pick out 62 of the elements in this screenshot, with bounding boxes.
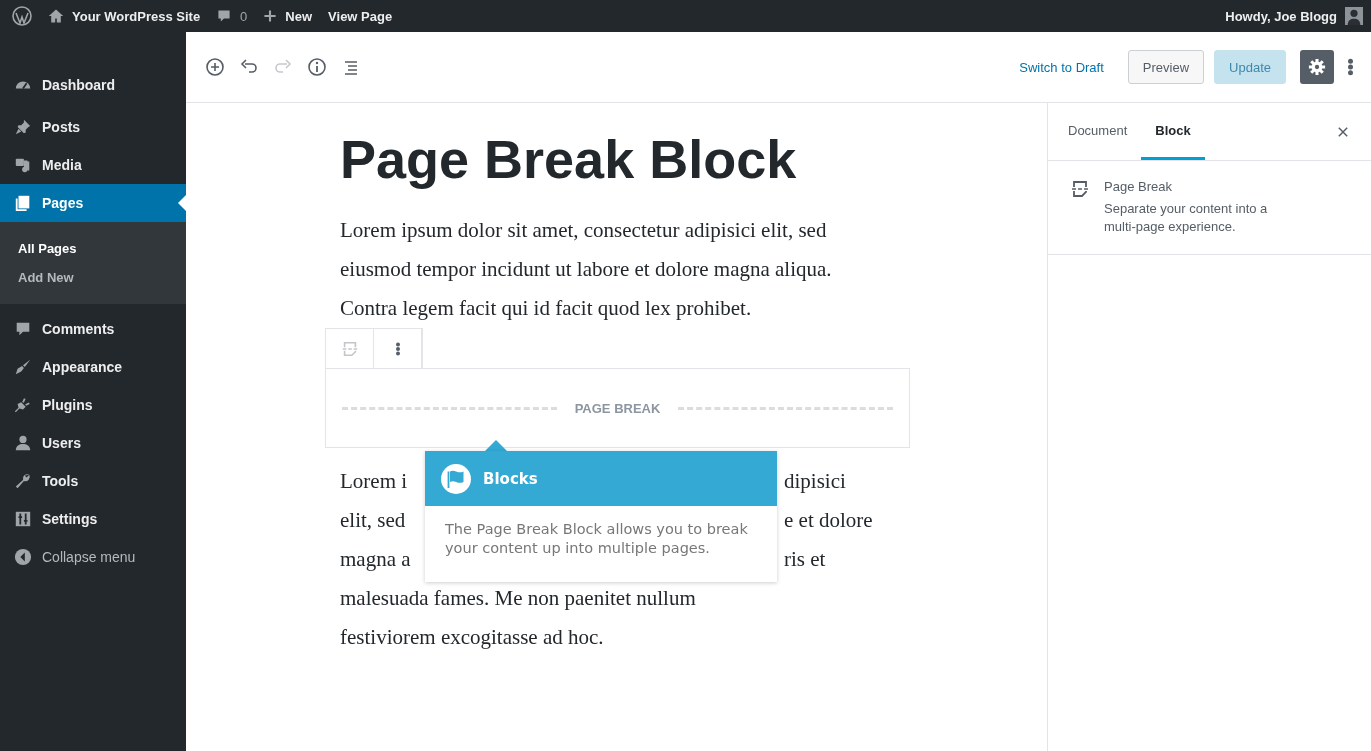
vertical-ellipsis-icon bbox=[395, 340, 400, 357]
menu-item[interactable]: Appearance bbox=[0, 348, 186, 386]
paragraph-fragment: e et dolore bbox=[784, 507, 873, 534]
page-break-icon bbox=[340, 339, 359, 358]
view-page-link[interactable]: View Page bbox=[328, 8, 393, 24]
plus-icon bbox=[263, 9, 278, 23]
menu-item[interactable]: Tools bbox=[0, 462, 186, 500]
pages-icon bbox=[14, 194, 32, 212]
tooltip-text: The Page Break Block allows you to break your content up into multiple pages. bbox=[444, 520, 749, 558]
plug-icon bbox=[14, 396, 32, 414]
tooltip-title: Blocks bbox=[483, 469, 538, 488]
site-link[interactable]: Your WordPress Site bbox=[48, 8, 201, 24]
paragraph-fragment: elit, sed bbox=[340, 507, 407, 534]
menu-item[interactable]: Comments bbox=[0, 310, 186, 348]
camera-music-icon bbox=[14, 156, 32, 174]
submenu-item[interactable]: All Pages bbox=[0, 234, 186, 263]
paragraph-fragment: Lorem i bbox=[340, 468, 409, 495]
paragraph-line: festiviorem excogitasse ad hoc. bbox=[340, 624, 605, 651]
page-break-icon bbox=[1070, 179, 1090, 199]
page-break-label: PAGE BREAK bbox=[574, 400, 661, 416]
paragraph-line: malesuada fames. Me non paenitet nullum bbox=[340, 585, 697, 612]
menu-item[interactable]: Posts bbox=[0, 108, 186, 146]
flag-icon bbox=[441, 463, 471, 494]
new-link[interactable]: New bbox=[263, 8, 313, 24]
home-icon bbox=[48, 8, 64, 24]
settings-button[interactable] bbox=[1300, 50, 1334, 84]
menu-item[interactable]: Media bbox=[0, 146, 186, 184]
sidebar-tab[interactable]: Block bbox=[1141, 103, 1205, 160]
block-description: Separate your content into a multi-page experience. bbox=[1104, 200, 1269, 236]
speech-bubble-icon bbox=[14, 320, 32, 338]
comments-link[interactable]: 0 bbox=[216, 8, 248, 24]
paintbrush-icon bbox=[14, 358, 32, 376]
menu-item[interactable]: Settings bbox=[0, 500, 186, 538]
wrench-icon bbox=[14, 472, 32, 490]
menu-item[interactable]: Pages bbox=[0, 184, 186, 222]
speech-bubble-icon bbox=[216, 8, 233, 24]
paragraph: Lorem ipsum dolor sit amet, consectetur adipisici elit, sed eiusmod tempor incidunt ut labore et dolore magna aliqua. Contra legem facit qui id facit quod lex prohibet. bbox=[340, 217, 833, 322]
avatar-icon bbox=[1345, 7, 1363, 25]
settings-icon bbox=[1308, 58, 1326, 76]
left-arrow-circle-icon bbox=[14, 548, 32, 566]
sidebar-tab[interactable]: Document bbox=[1054, 103, 1142, 160]
sliders-icon bbox=[14, 510, 32, 528]
info-icon bbox=[307, 57, 327, 77]
post-title: Page Break Block bbox=[340, 128, 798, 191]
account-link[interactable]: Howdy, Joe Blogg bbox=[1225, 7, 1363, 25]
menu-item[interactable]: Plugins bbox=[0, 386, 186, 424]
menu-item[interactable]: Dashboard bbox=[0, 66, 186, 104]
block-name: Page Break bbox=[1104, 179, 1173, 194]
menu-item[interactable]: Users bbox=[0, 424, 186, 462]
collapse-menu-button[interactable]: Collapse menu bbox=[0, 538, 186, 576]
close-icon bbox=[1337, 125, 1349, 138]
paragraph-fragment: ris et bbox=[784, 546, 826, 573]
switch-to-draft-link[interactable]: Switch to Draft bbox=[1019, 59, 1104, 75]
wordpress-logo-icon bbox=[12, 6, 32, 26]
pushpin-icon bbox=[14, 118, 32, 136]
person-icon bbox=[14, 434, 32, 452]
preview-button[interactable]: Preview bbox=[1127, 50, 1205, 84]
submenu-item[interactable]: Add New bbox=[0, 263, 186, 292]
add-icon bbox=[205, 57, 225, 77]
paragraph-fragment: dipisici bbox=[784, 468, 846, 495]
vertical-ellipsis-icon bbox=[1348, 58, 1353, 76]
paragraph-fragment: magna a bbox=[340, 546, 412, 573]
